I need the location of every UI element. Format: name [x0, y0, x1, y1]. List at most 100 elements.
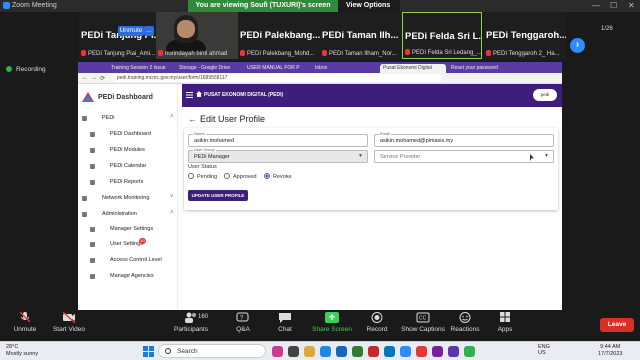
- browser-tab[interactable]: Inbox: [312, 64, 378, 73]
- apps-icon: [500, 312, 510, 322]
- zoom-logo-icon: [3, 2, 10, 9]
- chrome-icon[interactable]: [416, 346, 427, 357]
- participant-tile[interactable]: PEDi Palekbang... PEDI Palekbang_Mohd...: [238, 12, 320, 59]
- url-field[interactable]: pedi.training.mcmc.gov.my/user/form/1689…: [112, 74, 442, 82]
- modules-icon: [90, 148, 95, 153]
- powerpoint-icon[interactable]: [368, 346, 379, 357]
- participant-name-large: PEDi Tenggaroh...: [486, 30, 566, 41]
- browser-tab-bar: Training Session 2 Issue Storage - Googl…: [78, 62, 562, 73]
- recording-indicator[interactable]: Recording: [6, 66, 46, 73]
- name-value: asikin.mohamed: [194, 138, 235, 144]
- admin-icon: [82, 212, 87, 217]
- more-options-button[interactable]: ...: [144, 26, 154, 36]
- participant-tile-active[interactable]: PEDi Felda Sri L... PEDI Felda Sri Ledan…: [402, 12, 482, 59]
- mic-muted-icon: [322, 50, 327, 56]
- participant-caption: PEDI Felda Sri Ledang_...: [412, 50, 482, 56]
- windows-taskbar: 28°C Mostly sunny Search ENG US 9:44 AM …: [0, 341, 640, 360]
- participant-name-large: PEDi Palekbang...: [240, 30, 320, 41]
- outlook-icon[interactable]: [384, 346, 395, 357]
- sidebar-item-pedi-dashboard[interactable]: PEDi Dashboard: [78, 130, 178, 140]
- apps-button[interactable]: Apps: [480, 312, 530, 333]
- service-provider-placeholder: Service Provider: [380, 154, 421, 160]
- participant-tile[interactable]: PEDi Taman Ilh... PEDI Taman Ilham_Nor..…: [320, 12, 402, 59]
- browser-tab[interactable]: Reset your password: [448, 64, 514, 73]
- recording-icon: [6, 66, 12, 72]
- taskbar-app-icon[interactable]: [464, 346, 475, 357]
- participant-tile[interactable]: PEDi Tenggaroh... PEDI Tenggaroh 2_ Ha..…: [484, 12, 566, 59]
- taskbar-app-icon[interactable]: [448, 346, 459, 357]
- minimize-button[interactable]: —: [592, 1, 600, 10]
- gallery-strip: PEDi Tanjung Pi... PEDI Tanjung Piai_Ami…: [0, 12, 640, 60]
- sidebar-item-pedi-modules[interactable]: PEDi Modules: [78, 146, 178, 156]
- word-icon[interactable]: [336, 346, 347, 357]
- system-tray[interactable]: ENG US: [538, 344, 550, 356]
- home-icon[interactable]: [196, 91, 202, 97]
- participant-caption: PEDI Tenggaroh 2_ Ha...: [493, 51, 560, 57]
- browser-tab[interactable]: Training Session 2 Issue: [108, 64, 174, 73]
- sidebar-item-administration[interactable]: Administration ˄: [78, 210, 178, 220]
- sidebar-item-pedi[interactable]: PEDi ˄: [78, 114, 178, 124]
- agencies-icon: [90, 274, 95, 279]
- forward-icon[interactable]: →: [91, 75, 97, 81]
- back-icon[interactable]: ←: [82, 75, 88, 81]
- sidebar-item-manage-agencies[interactable]: Manage Agencies: [78, 272, 178, 282]
- windows-start-icon[interactable]: [143, 346, 154, 357]
- folder-icon[interactable]: [304, 346, 315, 357]
- maximize-button[interactable]: ☐: [610, 1, 617, 10]
- edge-icon[interactable]: [320, 346, 331, 357]
- sidebar-item-user-settings[interactable]: User Settings 10: [78, 238, 178, 250]
- home-icon: [82, 116, 87, 121]
- taskbar-clock[interactable]: 9:44 AM 17/7/2023: [598, 344, 622, 358]
- topbar-title: PUSAT EKONOMI DIGITAL (PEDI): [204, 92, 284, 98]
- sidebar-item-pedi-reports[interactable]: PEDi Reports: [78, 178, 178, 188]
- svg-text:CC: CC: [419, 316, 427, 322]
- participants-icon: [185, 312, 196, 323]
- participant-caption: PEDI Palekbang_Mohd...: [247, 51, 315, 57]
- browser-tab-active[interactable]: Pusat Ekonomi Digital: [380, 64, 446, 73]
- zoom-app-icon[interactable]: [400, 346, 411, 357]
- user-group-label: User Group: [193, 147, 216, 152]
- gallery-next-button[interactable]: ›: [570, 38, 585, 53]
- email-field[interactable]: Email asikin.mohamed@pimaxis.my: [374, 131, 554, 147]
- browser-tab[interactable]: Storage - Google Drive: [176, 64, 242, 73]
- view-options-button[interactable]: View Options: [338, 0, 400, 12]
- chat-button[interactable]: Chat: [260, 312, 310, 333]
- radio-selected-icon: [264, 173, 270, 179]
- browser-tab[interactable]: USER MANUAL FOR P: [244, 64, 310, 73]
- sidebar-item-pedi-calendar[interactable]: PEDi Calendar: [78, 162, 178, 172]
- participant-name-large: PEDi Felda Sri L...: [405, 31, 482, 42]
- status-radio-revoke[interactable]: Revoke: [264, 173, 292, 180]
- taskbar-app-icon[interactable]: [288, 346, 299, 357]
- close-button[interactable]: ✕: [628, 1, 635, 10]
- update-user-profile-button[interactable]: UPDATE USER PROFILE: [188, 190, 248, 201]
- taskbar-search[interactable]: Search: [158, 344, 266, 358]
- name-field[interactable]: Name asikin.mohamed: [188, 131, 368, 147]
- browser-address-bar: ← → ⟳ pedi.training.mcmc.gov.my/user/for…: [78, 73, 562, 84]
- user-menu-button[interactable]: pedi: [533, 89, 557, 101]
- back-arrow-icon[interactable]: ←: [188, 114, 197, 124]
- teams-icon[interactable]: [432, 346, 443, 357]
- status-radio-pending[interactable]: Pending: [188, 173, 217, 180]
- sidebar-item-network-monitoring[interactable]: Network Monitoring ˅: [78, 194, 178, 204]
- record-button[interactable]: Record: [352, 312, 402, 333]
- sidebar-item-manager-settings[interactable]: Manager Settings: [78, 225, 178, 235]
- participants-button[interactable]: 160 Participants: [166, 312, 216, 333]
- calendar-icon: [90, 164, 95, 169]
- sidebar-item-access-control-level[interactable]: Access Control Level: [78, 256, 178, 266]
- manager-icon: [90, 227, 95, 232]
- taskbar-app-icon[interactable]: [272, 346, 283, 357]
- recording-label: Recording: [16, 66, 46, 73]
- unmute-participant-button[interactable]: Unmute: [118, 26, 144, 36]
- weather-widget[interactable]: 28°C Mostly sunny: [6, 344, 38, 358]
- participant-video-tile[interactable]: nurindayah binti ahmad: [156, 12, 238, 59]
- excel-icon[interactable]: [352, 346, 363, 357]
- share-screen-button[interactable]: Share Screen: [306, 312, 358, 333]
- reload-icon[interactable]: ⟳: [100, 75, 105, 82]
- menu-icon[interactable]: [186, 92, 193, 98]
- unmute-button[interactable]: Unmute: [0, 312, 50, 333]
- service-provider-select[interactable]: Service Provider ▼: [374, 150, 554, 163]
- leave-button[interactable]: Leave: [600, 318, 634, 332]
- status-radio-approved[interactable]: Approved: [224, 173, 257, 180]
- user-group-select[interactable]: User Group PEDi Manager ▼: [188, 147, 368, 163]
- start-video-button[interactable]: Start Video: [44, 312, 94, 333]
